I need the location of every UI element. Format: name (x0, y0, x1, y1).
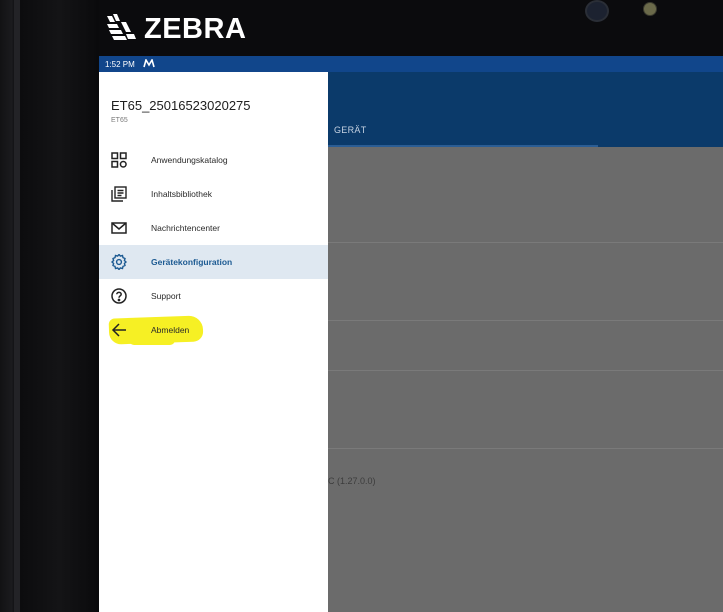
zebra-head-logo-icon (104, 12, 138, 46)
menu-item-label: Abmelden (151, 325, 190, 335)
device-name: ET65_25016523020275 (111, 98, 251, 113)
navigation-drawer: ET65_25016523020275 ET65 Anwendungskatal… (99, 72, 328, 612)
mail-icon (111, 220, 127, 236)
yellow-highlight-mark (129, 335, 175, 345)
logout-icon (111, 322, 127, 338)
content-library-icon (111, 186, 127, 202)
app-catalog-icon (111, 152, 127, 168)
version-text: C (1.27.0.0) (328, 476, 376, 486)
m-app-icon (143, 57, 155, 70)
help-icon (111, 288, 127, 304)
device-bezel-edge (14, 0, 20, 612)
menu-item-label: Nachrichtencenter (151, 223, 220, 233)
menu-item-label: Inhaltsbibliothek (151, 189, 212, 199)
status-bar: 1:52 PM (99, 56, 723, 72)
front-camera (585, 0, 609, 22)
brand-name: ZEBRA (144, 12, 247, 45)
light-sensor (643, 2, 657, 16)
menu-item-abmelden[interactable]: Abmelden (99, 313, 328, 347)
tab-geraet[interactable]: GERÄT (334, 125, 367, 135)
menu-item-label: Anwendungskatalog (151, 155, 228, 165)
status-time: 1:52 PM (105, 59, 135, 69)
drawer-menu: Anwendungskatalog Inhaltsbibliothek Nach… (99, 143, 328, 347)
menu-item-support[interactable]: Support (99, 279, 328, 313)
menu-item-label: Gerätekonfiguration (151, 257, 233, 267)
menu-item-label: Support (151, 291, 181, 301)
zebra-logo: ZEBRA (104, 12, 246, 46)
menu-item-anwendungskatalog[interactable]: Anwendungskatalog (99, 143, 328, 177)
menu-item-geraetekonfiguration[interactable]: Gerätekonfiguration (99, 245, 328, 279)
menu-item-nachrichtencenter[interactable]: Nachrichtencenter (99, 211, 328, 245)
menu-item-inhaltsbibliothek[interactable]: Inhaltsbibliothek (99, 177, 328, 211)
gear-icon (111, 254, 127, 270)
tab-indicator (328, 145, 598, 147)
device-model: ET65 (111, 117, 128, 124)
